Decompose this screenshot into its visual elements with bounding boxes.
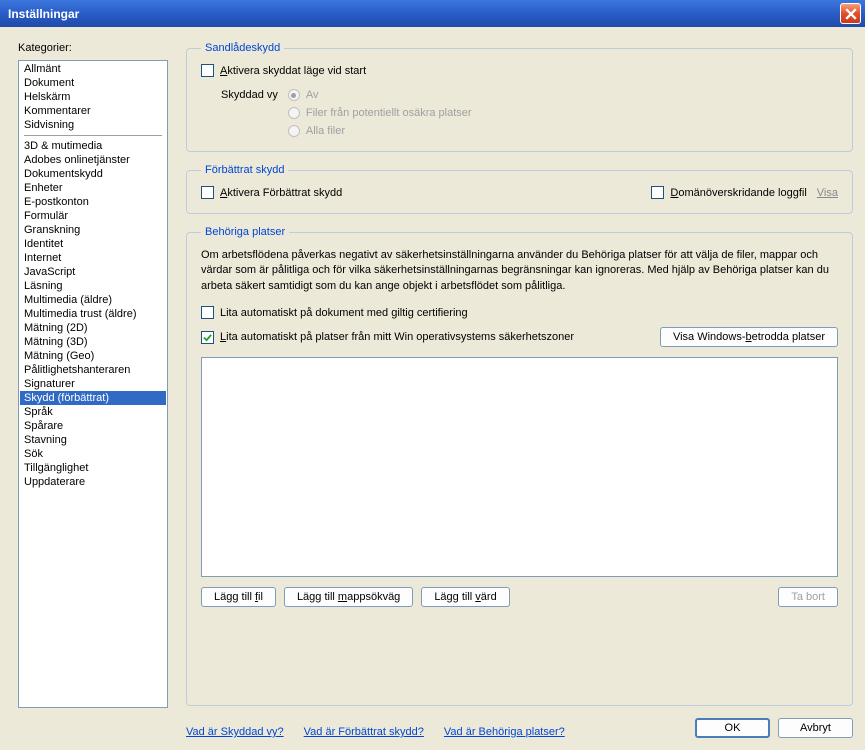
link-privileged[interactable]: Vad är Behöriga platser? <box>444 726 565 738</box>
privileged-locations-listbox[interactable] <box>201 357 838 577</box>
trust-cert-docs-checkbox[interactable] <box>201 306 214 319</box>
visa-link[interactable]: Visa <box>817 187 838 199</box>
sidebar-item[interactable]: Signaturer <box>20 377 166 391</box>
sidebar-item[interactable]: Kommentarer <box>20 104 166 118</box>
main-panel: Sandlådeskydd Aktivera skyddat läge vid … <box>186 42 853 738</box>
sidebar-item[interactable]: Stavning <box>20 433 166 447</box>
trust-os-zones-label: Lita automatiskt på platser från mitt Wi… <box>220 331 574 343</box>
sidebar-item[interactable]: Multimedia trust (äldre) <box>20 307 166 321</box>
add-file-button[interactable]: Lägg till fil <box>201 587 276 607</box>
window-title: Inställningar <box>8 7 79 21</box>
sandbox-legend: Sandlådeskydd <box>201 42 284 54</box>
sidebar-item[interactable]: Formulär <box>20 209 166 223</box>
sidebar-item[interactable]: Adobes onlinetjänster <box>20 153 166 167</box>
sidebar-item[interactable]: Tillgänglighet <box>20 461 166 475</box>
close-icon <box>845 8 857 20</box>
protected-view-label: Skyddad vy <box>221 89 278 101</box>
sidebar-item[interactable]: Granskning <box>20 223 166 237</box>
privileged-group: Behöriga platser Om arbetsflödena påverk… <box>186 226 853 706</box>
sidebar-item[interactable]: Sidvisning <box>20 118 166 132</box>
privileged-info: Om arbetsflödena påverkas negativt av sä… <box>201 248 838 294</box>
sidebar: Kategorier: AllmäntDokumentHelskärmKomme… <box>18 42 168 738</box>
add-folder-button[interactable]: Lägg till mappsökväg <box>284 587 413 607</box>
sidebar-item[interactable]: Mätning (3D) <box>20 335 166 349</box>
sidebar-item[interactable]: Internet <box>20 251 166 265</box>
sidebar-item[interactable]: Språk <box>20 405 166 419</box>
radio-all <box>288 125 300 137</box>
sidebar-item[interactable]: JavaScript <box>20 265 166 279</box>
cross-domain-log-label: Domänöverskridande loggfil <box>670 187 806 199</box>
cancel-button[interactable]: Avbryt <box>778 718 853 738</box>
categories-label: Kategorier: <box>18 42 168 54</box>
link-protected-view[interactable]: Vad är Skyddad vy? <box>186 726 284 738</box>
view-win-trusted-button[interactable]: Visa Windows-betrodda platser <box>660 327 838 347</box>
trust-cert-docs-label: Lita automatiskt på dokument med giltig … <box>220 307 468 319</box>
remove-button: Ta bort <box>778 587 838 607</box>
radio-off-label: Av <box>306 89 319 101</box>
sidebar-item[interactable]: Sök <box>20 447 166 461</box>
sidebar-item[interactable]: Identitet <box>20 237 166 251</box>
category-listbox[interactable]: AllmäntDokumentHelskärmKommentarerSidvis… <box>18 60 168 708</box>
sidebar-item[interactable]: E-postkonton <box>20 195 166 209</box>
protected-view-radio-group: Av Filer från potentiellt osäkra platser… <box>288 89 472 137</box>
ok-button[interactable]: OK <box>695 718 770 738</box>
sidebar-item[interactable]: Uppdaterare <box>20 475 166 489</box>
sidebar-item[interactable]: Multimedia (äldre) <box>20 293 166 307</box>
sidebar-item[interactable]: Läsning <box>20 279 166 293</box>
sidebar-item[interactable]: Dokument <box>20 76 166 90</box>
radio-all-label: Alla filer <box>306 125 345 137</box>
radio-off <box>288 89 300 101</box>
add-host-button[interactable]: Lägg till värd <box>421 587 509 607</box>
titlebar: Inställningar <box>0 0 865 27</box>
sidebar-item[interactable]: Skydd (förbättrat) <box>20 391 166 405</box>
link-enhanced[interactable]: Vad är Förbättrat skydd? <box>304 726 424 738</box>
enable-enhanced-checkbox[interactable] <box>201 186 214 199</box>
enable-protected-start-checkbox[interactable] <box>201 64 214 77</box>
close-button[interactable] <box>840 3 861 24</box>
radio-unsafe-label: Filer från potentiellt osäkra platser <box>306 107 472 119</box>
sidebar-item[interactable]: Mätning (Geo) <box>20 349 166 363</box>
sidebar-item[interactable]: Enheter <box>20 181 166 195</box>
sidebar-item[interactable]: Mätning (2D) <box>20 321 166 335</box>
radio-unsafe <box>288 107 300 119</box>
trust-os-zones-checkbox[interactable] <box>201 331 214 344</box>
sidebar-item[interactable]: Pålitlighetshanteraren <box>20 363 166 377</box>
sidebar-item[interactable]: 3D & mutimedia <box>20 139 166 153</box>
enhanced-legend: Förbättrat skydd <box>201 164 288 176</box>
cross-domain-log-checkbox[interactable] <box>651 186 664 199</box>
dialog-footer: OK Avbryt <box>695 718 853 738</box>
sidebar-item[interactable]: Spårare <box>20 419 166 433</box>
sandbox-group: Sandlådeskydd Aktivera skyddat läge vid … <box>186 42 853 152</box>
privileged-legend: Behöriga platser <box>201 226 289 238</box>
sidebar-item[interactable]: Helskärm <box>20 90 166 104</box>
enable-enhanced-label: Aktivera Förbättrat skydd <box>220 187 342 199</box>
sidebar-item[interactable]: Dokumentskydd <box>20 167 166 181</box>
sidebar-item[interactable]: Allmänt <box>20 62 166 76</box>
enable-protected-start-label: Aktivera skyddat läge vid start <box>220 65 366 77</box>
sidebar-divider <box>24 135 162 136</box>
enhanced-group: Förbättrat skydd Aktivera Förbättrat sky… <box>186 164 853 214</box>
